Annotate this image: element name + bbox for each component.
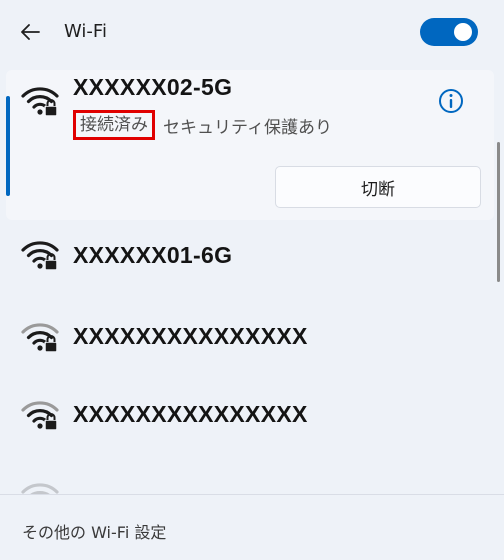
toggle-knob	[454, 23, 472, 41]
back-button[interactable]	[14, 18, 46, 46]
network-item[interactable]: XXXXXX01-6G	[6, 230, 494, 282]
network-name: XXXXXX01-6G	[73, 242, 233, 268]
network-name: XXXXXXXXXXXXXXX	[73, 323, 308, 349]
header: Wi-Fi	[0, 0, 504, 64]
footer: その他の Wi-Fi 設定	[0, 494, 504, 560]
wifi-icon-partial	[21, 483, 59, 494]
wifi-weak-secured-icon	[21, 323, 59, 353]
more-wifi-settings-link[interactable]: その他の Wi-Fi 設定	[22, 519, 166, 543]
security-label: セキュリティ保護あり	[163, 117, 332, 138]
selection-indicator	[6, 96, 10, 196]
scrollbar[interactable]	[497, 142, 500, 282]
arrow-left-icon	[21, 24, 40, 40]
wifi-secured-icon	[21, 241, 59, 271]
network-properties-button[interactable]	[436, 86, 466, 116]
wifi-toggle[interactable]	[420, 18, 478, 46]
disconnect-button[interactable]: 切断	[275, 166, 481, 208]
network-item[interactable]: XXXXXXXXXXXXXXX	[6, 388, 494, 440]
network-item[interactable]: XXXXXXXXXXXXXXX	[6, 310, 494, 362]
network-name: XXXXXX02-5G	[73, 74, 233, 100]
info-icon	[439, 89, 463, 113]
network-list[interactable]: XXXXXX02-5G 接続済み セキュリティ保護あり 切断 XXXXXX01-…	[0, 66, 504, 494]
network-item-connected[interactable]: XXXXXX02-5G 接続済み セキュリティ保護あり 切断	[6, 70, 494, 220]
page-title: Wi-Fi	[64, 21, 107, 42]
status-connected-label: 接続済み	[73, 110, 155, 140]
network-status-row: 接続済み セキュリティ保護あり	[73, 110, 332, 140]
network-name: XXXXXXXXXXXXXXX	[73, 401, 308, 427]
wifi-weak-secured-icon	[21, 401, 59, 431]
wifi-secured-icon	[21, 87, 59, 117]
